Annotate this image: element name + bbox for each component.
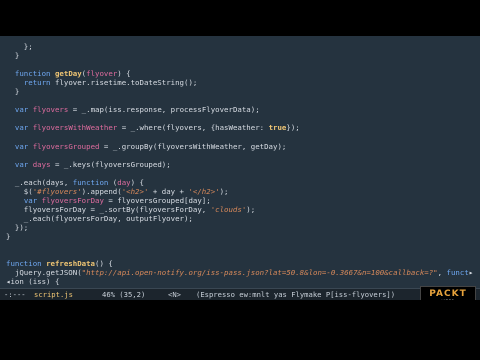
code-line[interactable]: function getDay(flyover) { <box>6 69 480 78</box>
code-token: '#flyovers' <box>32 186 82 196</box>
code-line[interactable]: flyoversForDay = _.sortBy(flyoversForDay… <box>6 205 480 214</box>
code-line[interactable]: var flyovers = _.map(iss.response, proce… <box>6 105 480 114</box>
code-line[interactable]: var days = _.keys(flyoversGrouped); <box>6 160 480 169</box>
code-line[interactable]: } <box>6 51 480 60</box>
code-token: , <box>437 268 447 278</box>
code-line[interactable]: _.each(days, function (day) { <box>6 178 480 187</box>
code-token: var <box>14 105 29 115</box>
code-token: function <box>14 69 51 79</box>
code-token: var <box>14 141 29 151</box>
code-token: ).append( <box>81 186 122 196</box>
code-token: + day + <box>148 186 189 196</box>
code-token: true <box>268 123 287 133</box>
code-line[interactable]: var flyoversForDay = flyoversGrouped[day… <box>6 196 480 205</box>
code-token: var <box>14 159 29 169</box>
code-token: ); <box>246 204 256 214</box>
code-token: () { <box>95 259 113 269</box>
code-token: _.each(days, <box>6 177 73 187</box>
modeline-position: 46% (35,2) <box>102 290 146 299</box>
letterbox-top <box>0 0 480 36</box>
code-token: var <box>23 195 38 205</box>
code-token: = _.keys(flyoversGrouped); <box>50 159 171 169</box>
code-token: flyoversGrouped <box>32 141 100 151</box>
modeline-minor-modes: (Espresso ew:mnlt yas Flymake P[iss-flyo… <box>196 290 396 299</box>
code-line[interactable]: jQuery.getJSON("http://api.open-notify.o… <box>6 268 480 277</box>
code-token: ◂ion (iss) { <box>6 277 60 287</box>
code-token: flyoversForDay = _.sortBy(flyoversForDay… <box>6 204 211 214</box>
code-line[interactable]: ◂ion (iss) { <box>6 277 480 286</box>
code-token: flyoversWithWeather <box>32 123 118 133</box>
code-line[interactable] <box>6 114 480 123</box>
code-line[interactable] <box>6 96 480 105</box>
modeline-flags: -:--- <box>4 290 26 299</box>
letterbox-bottom <box>0 300 480 360</box>
code-line[interactable]: } <box>6 232 480 241</box>
code-line[interactable]: return flyover.risetime.toDateString(); <box>6 78 480 87</box>
code-line[interactable]: var flyoversGrouped = _.groupBy(flyovers… <box>6 142 480 151</box>
code-token: = _.groupBy(flyoversWithWeather, getDay)… <box>99 141 287 151</box>
code-line[interactable] <box>6 132 480 141</box>
code-token: 'clouds' <box>210 204 247 214</box>
code-token: ) { <box>130 177 144 187</box>
code-line[interactable]: _.each(flyoversForDay, outputFlyover); <box>6 214 480 223</box>
code-token: = flyoversGrouped[day]; <box>103 195 211 205</box>
code-token: } <box>6 231 11 241</box>
code-token: _.each(flyoversForDay, outputFlyover); <box>6 213 193 223</box>
code-token: funct <box>446 268 469 278</box>
code-buffer[interactable]: }; } function getDay(flyover) { return f… <box>6 42 480 286</box>
code-line[interactable]: }); <box>6 223 480 232</box>
code-line[interactable] <box>6 241 480 250</box>
code-token: } <box>6 87 20 97</box>
code-line[interactable] <box>6 60 480 69</box>
code-token: = _.where(flyovers, {hasWeather: <box>117 123 269 133</box>
code-token: }); <box>286 123 300 133</box>
code-token: flyover.risetime.toDateString(); <box>50 78 198 88</box>
code-token: = _.map(iss.response, processFlyoverData… <box>68 105 260 115</box>
code-line[interactable]: function refreshData() { <box>6 259 480 268</box>
code-line[interactable] <box>6 250 480 259</box>
code-token: '</h2>' <box>188 186 220 196</box>
code-line[interactable] <box>6 151 480 160</box>
code-token: } <box>6 51 20 61</box>
code-token: flyoversForDay <box>41 195 104 205</box>
code-token: ); <box>219 186 229 196</box>
code-line[interactable]: }; <box>6 42 480 51</box>
code-token: ( <box>108 177 118 187</box>
code-line[interactable] <box>6 169 480 178</box>
code-token: '<h2>' <box>121 186 149 196</box>
code-token: "http://api.open-notify.org/iss-pass.jso… <box>81 268 438 278</box>
code-token: ▸ <box>468 268 474 278</box>
code-token: refreshData <box>46 259 96 269</box>
code-token: jQuery.getJSON( <box>6 268 82 278</box>
modeline-evil-state: <N> <box>168 290 181 299</box>
code-token: var <box>14 123 29 133</box>
logo-wordmark: PACKT <box>429 288 467 299</box>
code-line[interactable]: } <box>6 87 480 96</box>
code-token: }); <box>6 222 29 232</box>
code-token: day <box>117 177 131 187</box>
code-token: function <box>72 177 109 187</box>
modeline-filename[interactable]: script.js <box>34 289 73 300</box>
code-line[interactable]: $('#flyovers').append('<h2>' + day + '</… <box>6 187 480 196</box>
code-editor[interactable]: }; } function getDay(flyover) { return f… <box>0 36 480 288</box>
code-line[interactable]: var flyoversWithWeather = _.where(flyove… <box>6 123 480 132</box>
code-token: $( <box>6 186 33 196</box>
code-token: days <box>32 159 51 169</box>
code-token: getDay <box>54 69 82 79</box>
code-token: flyovers <box>32 105 69 115</box>
code-token: function <box>6 259 42 269</box>
code-token: flyover <box>86 69 118 79</box>
code-token: return <box>23 78 51 88</box>
mode-line: -:--- script.js 46% (35,2) <N> (Espresso… <box>0 288 480 300</box>
code-token: ) { <box>117 69 131 79</box>
code-token: }; <box>6 42 33 51</box>
